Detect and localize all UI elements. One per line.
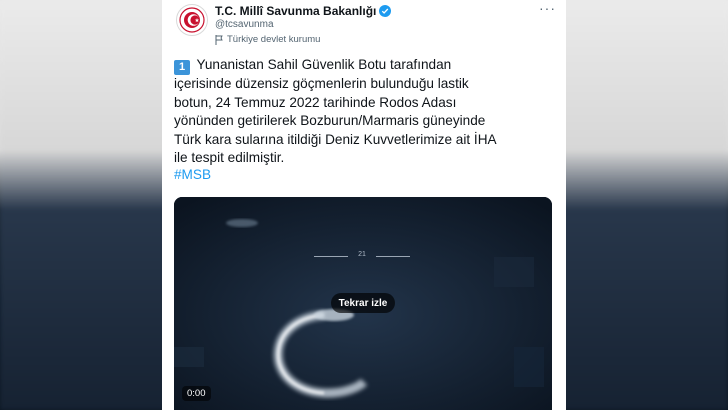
more-options-icon[interactable]: ··· xyxy=(539,0,556,16)
account-name[interactable]: T.C. Millî Savunma Bakanlığı xyxy=(215,4,392,18)
blurred-background-right xyxy=(558,0,728,410)
blurred-background-left xyxy=(0,0,170,410)
tweet-card: T.C. Millî Savunma Bakanlığı @tcsavunma … xyxy=(162,0,566,410)
flag-icon xyxy=(215,34,223,45)
turkish-emblem-icon xyxy=(179,7,205,33)
avatar[interactable] xyxy=(176,4,208,36)
account-handle[interactable]: @tcsavunma xyxy=(215,19,274,30)
tweet-text: 1 Yunanistan Sahil Güvenlik Botu tarafın… xyxy=(174,56,559,168)
verified-badge-icon xyxy=(379,5,392,17)
tweet-body: Yunanistan Sahil Güvenlik Botu tarafında… xyxy=(174,57,497,166)
government-label[interactable]: Türkiye devlet kurumu xyxy=(215,34,320,45)
government-label-text: Türkiye devlet kurumu xyxy=(227,34,321,45)
number-one-badge: 1 xyxy=(174,60,190,75)
account-name-text[interactable]: T.C. Millî Savunma Bakanlığı xyxy=(215,4,376,18)
hud-readout: 21 xyxy=(314,251,410,263)
video-timestamp: 0:00 xyxy=(182,386,211,401)
video-player[interactable]: 21 Tekrar izle 0:00 xyxy=(174,197,552,410)
hashtag-link[interactable]: #MSB xyxy=(174,167,211,182)
replay-button[interactable]: Tekrar izle xyxy=(331,293,395,313)
